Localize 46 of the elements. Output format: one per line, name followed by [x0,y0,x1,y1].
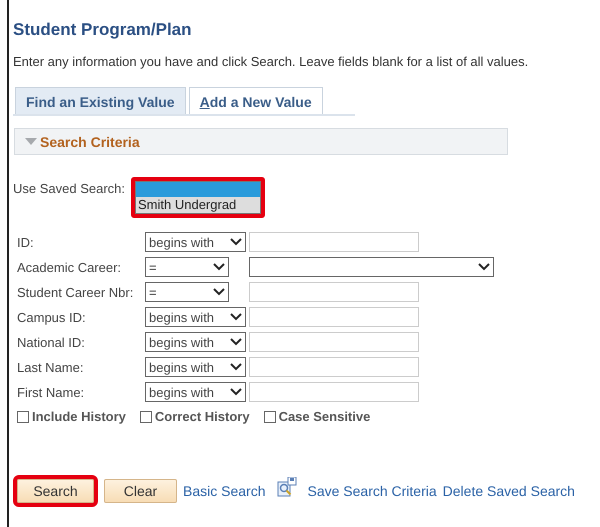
field-label: Last Name: [17,360,84,374]
value-dropdown[interactable] [249,257,494,277]
saved-search-listbox[interactable]: Smith Undergrad [131,177,266,218]
save-search-icon[interactable] [277,477,298,499]
operator-dropdown[interactable]: begins with [145,382,246,402]
input-field[interactable] [249,382,419,402]
dropdown-chevron-icon [230,388,242,396]
operator-dropdown[interactable]: begins with [145,232,246,252]
tab[interactable]: Add a New Value [188,87,323,114]
link[interactable]: Save Search Criteria [307,483,437,499]
input-field[interactable] [249,332,419,352]
field-label: Use Saved Search: [13,181,126,196]
dropdown-chevron-icon [230,338,242,346]
link[interactable]: Basic Search [183,483,266,499]
section-header[interactable]: Search Criteria [14,128,508,155]
operator-dropdown[interactable]: begins with [145,307,246,327]
field-label: First Name: [17,384,86,400]
dropdown-chevron-icon [230,313,242,321]
dropdown-chevron-icon [478,263,490,271]
input-field[interactable] [249,357,419,377]
operator-dropdown[interactable]: = [145,282,229,302]
page-title: Student Program/Plan [13,19,193,41]
field-label: ID: [17,234,35,250]
field-label: Student Career Nbr: [17,284,134,300]
checkbox[interactable] [140,410,152,422]
clear-button[interactable]: Clear [104,479,177,503]
dropdown-chevron-icon [230,363,242,371]
collapse-triangle-icon[interactable] [25,138,37,146]
operator-dropdown[interactable]: begins with [145,357,246,377]
dropdown-chevron-icon [230,238,242,246]
input-field[interactable] [249,282,419,302]
section-title: Search Criteria [40,134,140,150]
input-field[interactable] [249,307,419,327]
operator-dropdown[interactable]: begins with [145,332,246,352]
field-label: Academic Career: [17,260,122,274]
dropdown-chevron-icon [213,263,225,271]
field-label: National ID: [17,334,86,350]
tab[interactable]: Find an Existing Value [15,87,186,114]
link[interactable]: Delete Saved Search [442,483,575,499]
checkbox[interactable] [264,410,276,422]
instructions-text: Enter any information you have and click Search. Leave fields blank for a list of all values. [13,54,530,69]
dropdown-chevron-icon [213,288,225,296]
input-field[interactable] [249,232,419,252]
operator-dropdown[interactable]: = [145,257,229,277]
checkbox[interactable] [17,410,29,422]
field-label: Campus ID: [17,310,87,324]
